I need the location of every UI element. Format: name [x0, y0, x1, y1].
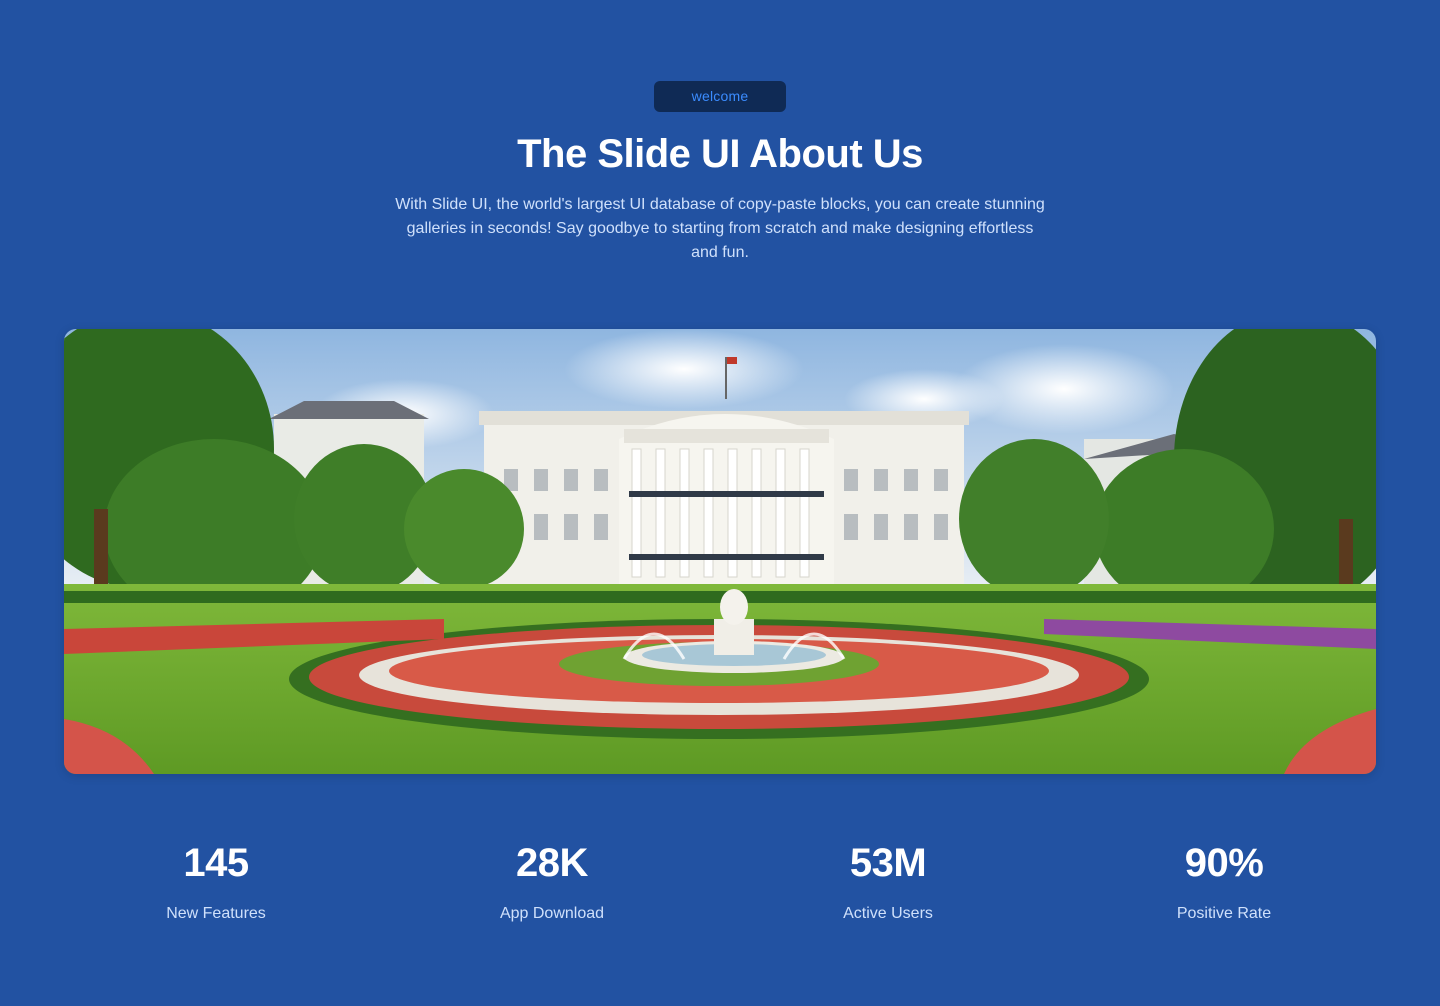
stat-app-download: 28K App Download	[384, 835, 720, 925]
welcome-badge: welcome	[654, 81, 786, 112]
stats-row: 145 New Features 28K App Download 53M Ac…	[48, 835, 1392, 935]
page-title: The Slide UI About Us	[517, 132, 923, 176]
stat-positive-rate: 90% Positive Rate	[1056, 835, 1392, 925]
stat-label: Positive Rate	[1176, 905, 1272, 922]
stat-value: 90%	[1184, 841, 1264, 885]
page-description: With Slide UI, the world's largest UI da…	[395, 196, 1045, 261]
stat-new-features: 145 New Features	[48, 835, 384, 925]
stat-label: Active Users	[843, 905, 933, 922]
stat-value: 145	[183, 841, 249, 885]
stat-label: New Features	[166, 905, 266, 922]
stat-active-users: 53M Active Users	[720, 835, 1056, 925]
stat-value: 53M	[849, 841, 927, 885]
hero-image	[64, 329, 1376, 774]
stat-value: 28K	[516, 841, 588, 885]
stat-label: App Download	[499, 905, 605, 922]
